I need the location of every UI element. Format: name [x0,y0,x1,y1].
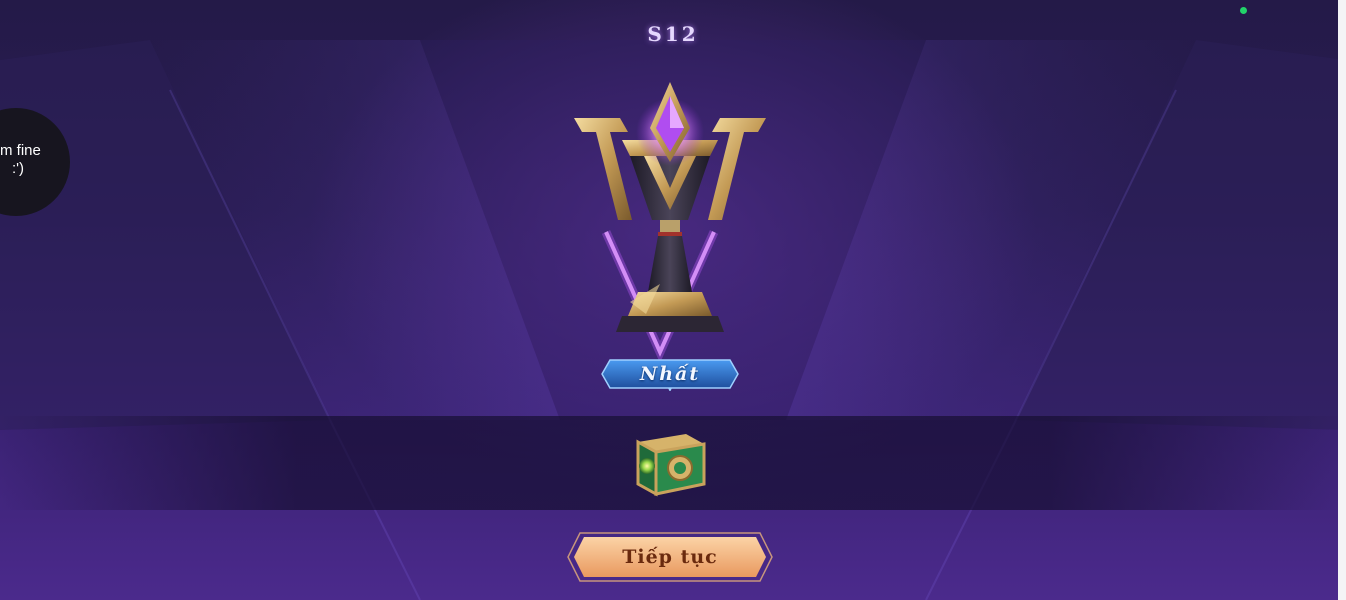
continue-button[interactable]: Tiếp tục [566,531,774,583]
chat-bubble-text: m fine :') [0,142,70,178]
season-label: S12 [647,22,699,46]
continue-button-label: Tiếp tục [622,546,718,568]
chat-bubble-line2: :') [12,160,25,177]
rank-name: Nhất [639,363,701,385]
rank-banner: Nhất [600,357,740,391]
treasure-chest-icon[interactable] [630,428,710,500]
recording-indicator-icon [1240,7,1247,14]
screen-edge [1338,0,1346,600]
season-end-screen: S12 Nhất Tiếp tục m fine:') [0,0,1346,600]
chat-bubble-line1: m fine [0,142,41,159]
rank-trophy-icon [574,82,766,363]
